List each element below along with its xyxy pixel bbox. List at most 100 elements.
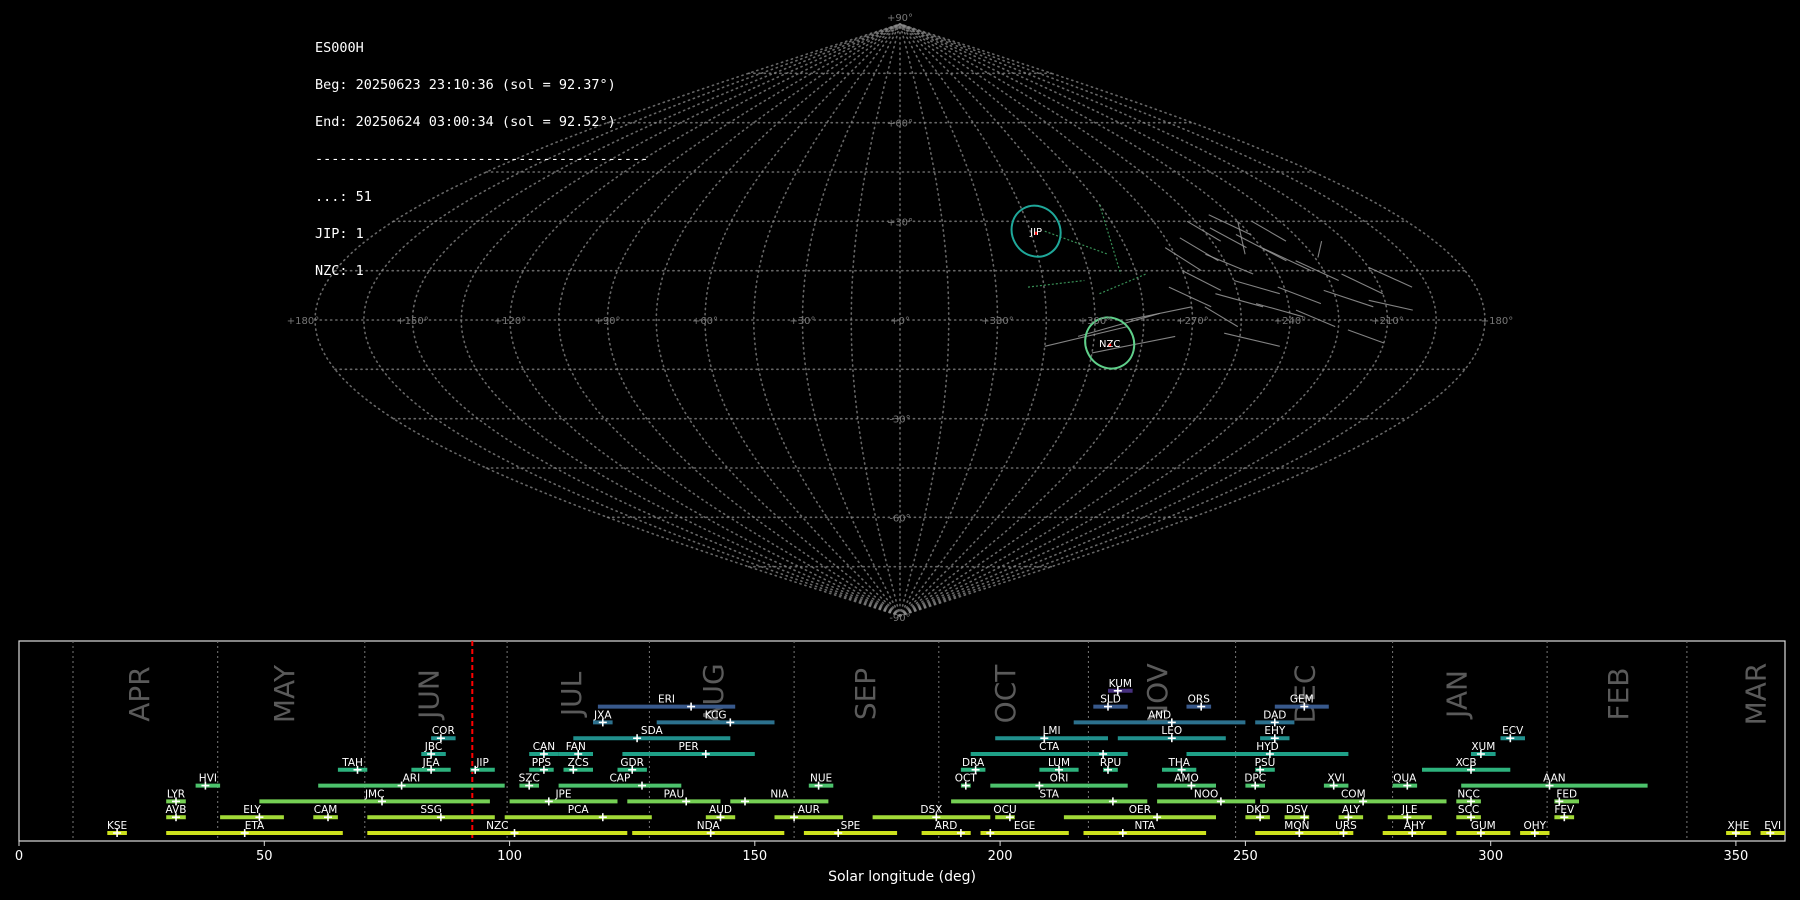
- shower-label-szc: SZC: [519, 773, 540, 785]
- shower-label-gem: GEM: [1290, 694, 1314, 706]
- month-label: JUL: [555, 671, 588, 718]
- lon-tick-label: +210°: [1371, 316, 1403, 327]
- radiant-label-jip: JIP: [1029, 227, 1042, 238]
- meteor-track: [1164, 247, 1202, 272]
- shower-label-jip: JIP: [475, 757, 489, 769]
- shower-label-nia: NIA: [770, 788, 789, 800]
- shower-label-jpe: JPE: [554, 788, 571, 800]
- meteor-track: [1251, 220, 1287, 242]
- station-id: ES000H: [315, 39, 364, 56]
- meteor-track: [1215, 293, 1264, 308]
- lon-tick-label: +180°: [1481, 316, 1513, 327]
- meteor-track: [1168, 286, 1212, 308]
- lon-tick-label: +0°: [890, 316, 910, 327]
- shower-label-nta: NTA: [1134, 820, 1155, 832]
- month-label: SEP: [849, 668, 882, 720]
- lon-tick-label: +240°: [1274, 316, 1306, 327]
- lat-tick-label: +60°: [887, 119, 913, 130]
- shower-label-kcg: KCG: [705, 709, 727, 721]
- lon-tick-label: +300°: [1079, 316, 1111, 327]
- shower-label-ard: ARD: [935, 820, 958, 832]
- chart-stage: JIP NZC +180° +150° +120° +90° +60° +30° +0° +33…: [0, 0, 1800, 900]
- shower-label-rpu: RPU: [1100, 757, 1121, 769]
- shower-label-pau: PAU: [664, 788, 685, 800]
- shower-label-lyr: LYR: [167, 788, 185, 800]
- shower-label-lmi: LMI: [1043, 725, 1061, 737]
- lat-tick-label: -90°: [889, 613, 910, 624]
- month-label: FEB: [1602, 667, 1635, 720]
- shower-label-pps: PPS: [532, 757, 552, 769]
- shower-label-ohy: OHY: [1524, 820, 1547, 832]
- meteor-track: [1208, 214, 1251, 235]
- shower-label-jbc: JBC: [424, 741, 442, 753]
- shower-label-cam: CAM: [314, 804, 338, 816]
- shower-label-per: PER: [678, 741, 698, 753]
- x-tick-label: 0: [15, 849, 23, 864]
- shower-track: [1099, 204, 1122, 275]
- shower-label-sta: STA: [1039, 788, 1059, 800]
- x-tick-label: 300: [1478, 849, 1503, 864]
- lon-tick-label: +150°: [396, 316, 428, 327]
- shower-label-ori: ORI: [1050, 773, 1069, 785]
- shower-label-gum: GUM: [1471, 820, 1496, 832]
- shower-label-xcb: XCB: [1456, 757, 1477, 769]
- meteor-track: [1277, 286, 1322, 305]
- shower-label-jea: JEA: [422, 757, 441, 769]
- radiant-label-nzc: NZC: [1099, 339, 1120, 350]
- lon-tick-label: +270°: [1176, 316, 1208, 327]
- shower-label-tah: TAH: [341, 757, 363, 769]
- end-time: End: 20250624 03:00:34 (sol = 92.52°): [315, 114, 616, 131]
- month-label: JUN: [413, 669, 446, 721]
- info-box: ES000H Beg: 20250623 23:10:36 (sol = 92.…: [315, 17, 648, 302]
- shower-label-ely: ELY: [243, 804, 261, 816]
- month-label: MAY: [268, 664, 301, 723]
- lon-tick-label: +30°: [789, 316, 815, 327]
- shower-label-kse: KSE: [107, 820, 127, 832]
- lat-tick-label: -60°: [889, 513, 910, 524]
- shower-label-dpc: DPC: [1244, 773, 1266, 785]
- shower-label-urs: URS: [1335, 820, 1357, 832]
- shower-label-dsv: DSV: [1286, 804, 1309, 816]
- shower-label-jle: JLE: [1401, 804, 1418, 816]
- x-tick-label: 200: [988, 849, 1013, 864]
- meteor-track: [1237, 221, 1246, 255]
- meteor-track: [1341, 273, 1384, 295]
- meteor-track: [1233, 279, 1280, 295]
- shower-label-hyd: HYD: [1256, 741, 1278, 753]
- count-sporadic: ...: 51: [315, 188, 372, 205]
- lon-tick-label: +120°: [494, 316, 526, 327]
- shower-label-dkd: DKD: [1246, 804, 1269, 816]
- shower-label-can: CAN: [533, 741, 555, 753]
- shower-label-amo: AMO: [1174, 773, 1199, 785]
- meteor-track: [1317, 240, 1323, 258]
- lon-tick-label: +180°: [287, 316, 319, 327]
- lon-tick-label: +90°: [594, 316, 620, 327]
- count-nzc: NZC: 1: [315, 263, 364, 280]
- shower-label-scc: SCC: [1458, 804, 1479, 816]
- shower-label-ors: ORS: [1188, 694, 1211, 706]
- info-separator: ----------------------------------------…: [315, 151, 649, 168]
- x-tick-label: 50: [256, 849, 273, 864]
- shower-label-cap: CAP: [609, 773, 630, 785]
- shower-label-dra: DRA: [962, 757, 985, 769]
- shower-label-xum: XUM: [1471, 741, 1495, 753]
- shower-label-avb: AVB: [166, 804, 187, 816]
- shower-label-dsx: DSX: [920, 804, 942, 816]
- meteor-track: [1323, 289, 1374, 308]
- shower-label-and: AND: [1148, 709, 1171, 721]
- radiant-sky-map: JIP NZC +180° +150° +120° +90° +60° +30° +0° +33…: [15, 13, 1786, 885]
- shower-label-qua: QUA: [1393, 773, 1417, 785]
- shower-label-aud: AUD: [709, 804, 732, 816]
- shower-label-noo: NOO: [1194, 788, 1218, 800]
- shower-label-eri: ERI: [658, 694, 675, 706]
- shower-label-fan: FAN: [566, 741, 586, 753]
- shower-label-tha: THA: [1167, 757, 1190, 769]
- shower-label-ahy: AHY: [1404, 820, 1426, 832]
- lon-tick-label: +330°: [981, 316, 1013, 327]
- x-axis-label: Solar longitude (deg): [828, 869, 976, 885]
- shower-label-sda: SDA: [641, 725, 664, 737]
- shower-label-ssg: SSG: [420, 804, 441, 816]
- shower-label-com: COM: [1341, 788, 1366, 800]
- shower-label-cta: CTA: [1039, 741, 1060, 753]
- shower-label-oer: OER: [1129, 804, 1151, 816]
